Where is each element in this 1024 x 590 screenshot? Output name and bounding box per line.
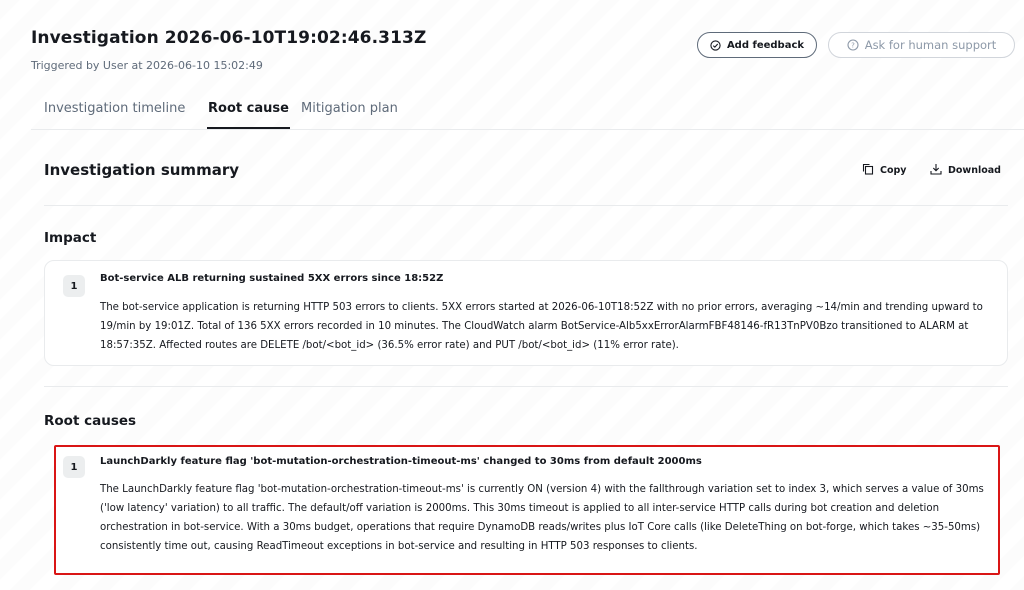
page-subtitle: Triggered by User at 2026-06-10 15:02:49: [31, 59, 263, 72]
section-divider: [44, 386, 1008, 387]
tab-mitigation-plan[interactable]: Mitigation plan: [301, 101, 398, 127]
impact-item-heading: Bot-service ALB returning sustained 5XX …: [100, 273, 444, 284]
impact-number-badge: 1: [63, 275, 85, 297]
root-cause-item-body: The LaunchDarkly feature flag 'bot-mutat…: [100, 484, 984, 552]
root-cause-card: 1 LaunchDarkly feature flag 'bot-mutatio…: [54, 445, 1000, 575]
copy-button[interactable]: Copy: [862, 163, 907, 178]
download-icon: [930, 163, 942, 178]
root-causes-heading: Root causes: [44, 413, 137, 429]
tab-root-cause[interactable]: Root cause: [207, 101, 290, 129]
add-feedback-label: Add feedback: [726, 39, 805, 51]
root-cause-item-heading: LaunchDarkly feature flag 'bot-mutation-…: [100, 456, 702, 467]
section-divider: [44, 205, 1008, 206]
ask-human-support-button[interactable]: ? Ask for human support: [828, 32, 1015, 58]
tab-investigation-timeline[interactable]: Investigation timeline: [44, 101, 185, 127]
tab-bar: Investigation timeline Root cause Mitiga…: [31, 96, 1024, 130]
ask-human-support-label: Ask for human support: [864, 38, 997, 52]
copy-label: Copy: [880, 165, 907, 176]
svg-text:?: ?: [851, 42, 855, 50]
copy-icon: [862, 163, 874, 178]
check-circle-icon: [710, 39, 721, 51]
download-button[interactable]: Download: [930, 163, 1001, 178]
page-title: Investigation 2026-06-10T19:02:46.313Z: [31, 28, 427, 48]
add-feedback-button[interactable]: Add feedback: [697, 32, 817, 58]
help-chat-icon: ?: [847, 39, 859, 51]
impact-item-body: The bot-service application is returning…: [100, 302, 983, 351]
root-cause-number-badge: 1: [63, 456, 85, 478]
impact-card: 1 Bot-service ALB returning sustained 5X…: [44, 260, 1008, 366]
investigation-page: Investigation 2026-06-10T19:02:46.313Z T…: [0, 0, 1024, 590]
impact-heading: Impact: [44, 230, 97, 246]
download-label: Download: [948, 165, 1001, 176]
investigation-summary-heading: Investigation summary: [44, 161, 239, 179]
